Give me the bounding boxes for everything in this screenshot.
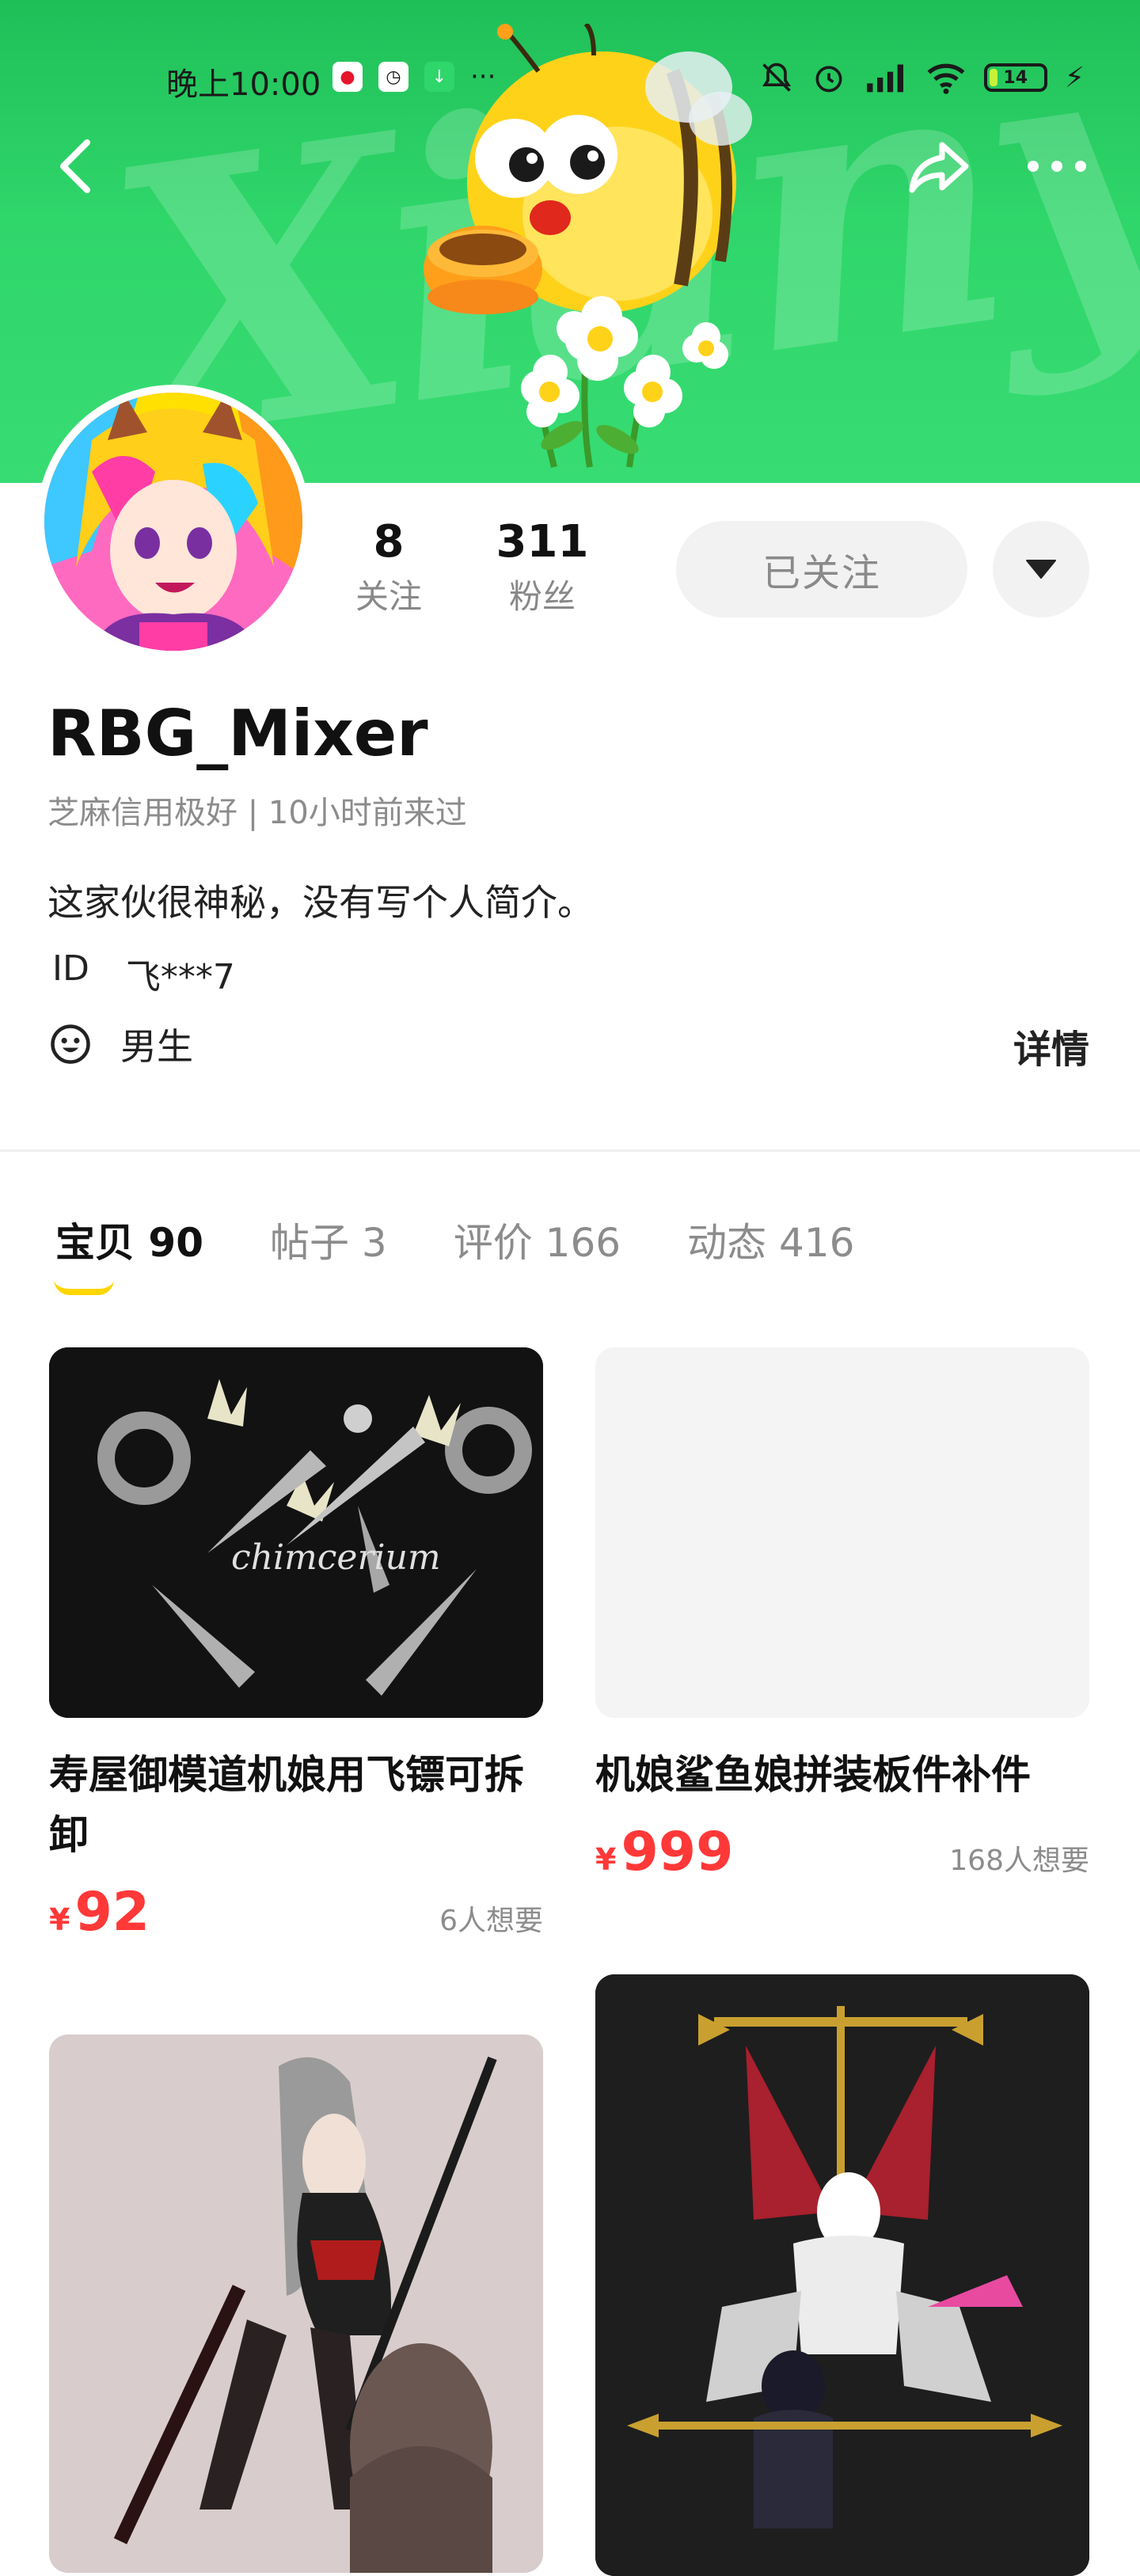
active-tab-indicator bbox=[54, 1279, 114, 1295]
gender-text: 男生 bbox=[120, 1025, 193, 1068]
following-label: 关注 bbox=[355, 576, 422, 616]
product-card[interactable] bbox=[595, 1974, 1089, 2576]
follow-options-button[interactable] bbox=[993, 521, 1089, 617]
more-options-icon[interactable] bbox=[1021, 146, 1092, 186]
cellular-signal-icon bbox=[866, 64, 903, 93]
following-stat[interactable]: 8 关注 bbox=[345, 518, 432, 618]
smiley-face-icon bbox=[51, 1024, 90, 1064]
product-footer: ¥92 6人想要 bbox=[49, 1881, 543, 1943]
username: RBG_Mixer bbox=[48, 697, 428, 770]
followers-label: 粉丝 bbox=[508, 576, 576, 616]
share-icon[interactable] bbox=[902, 131, 974, 202]
product-wants-count: 168人想要 bbox=[949, 1845, 1089, 1877]
product-photo-darts: chimcerium bbox=[49, 1347, 543, 1718]
product-card[interactable]: chimcerium 寿屋御模道机娘用飞镖可拆卸 ¥92 6人想要 bbox=[49, 1347, 543, 1943]
status-notification-icons: ● ◷ ↓ ··· bbox=[332, 62, 496, 92]
more-notifications-icon: ··· bbox=[470, 61, 496, 93]
user-id-row: ID 飞***7 bbox=[52, 948, 235, 999]
caret-down-icon bbox=[1026, 560, 1056, 579]
user-avatar[interactable] bbox=[36, 385, 310, 659]
profile-tabs: 宝贝 90 帖子 3 评价 166 动态 416 bbox=[55, 1211, 854, 1268]
mute-bell-icon bbox=[762, 63, 791, 92]
tab-reviews[interactable]: 评价 166 bbox=[454, 1211, 621, 1268]
product-image[interactable] bbox=[595, 1974, 1089, 2576]
credit-and-last-seen: 芝麻信用极好 | 10小时前来过 bbox=[48, 795, 467, 831]
followers-count: 311 bbox=[496, 516, 589, 568]
status-right-icons: 14 ⚡ bbox=[759, 60, 1085, 95]
product-title: 机娘鲨鱼娘拼装板件补件 bbox=[595, 1752, 1031, 1798]
product-title: 寿屋御模道机娘用飞镖可拆卸 bbox=[49, 1752, 524, 1858]
followed-button[interactable]: 已关注 bbox=[676, 521, 967, 617]
product-photo-figure bbox=[49, 2035, 543, 2573]
id-label: ID bbox=[52, 948, 89, 989]
charging-bolt-icon: ⚡ bbox=[1064, 61, 1085, 94]
product-wants-count: 6人想要 bbox=[439, 1905, 543, 1937]
following-count: 8 bbox=[373, 516, 405, 568]
weibo-icon: ● bbox=[332, 62, 363, 92]
product-image[interactable]: chimcerium bbox=[49, 1347, 543, 1718]
product-image-placeholder[interactable] bbox=[595, 1347, 1089, 1718]
tab-activity[interactable]: 动态 416 bbox=[687, 1211, 854, 1268]
details-link[interactable]: 详情 bbox=[1013, 1018, 1089, 1073]
gender-row: 男生 bbox=[49, 1018, 193, 1070]
product-image-text: chimcerium bbox=[231, 1537, 441, 1578]
back-arrow-icon[interactable] bbox=[48, 131, 103, 202]
product-photo-mecha bbox=[595, 1974, 1089, 2576]
status-bar: 晚上10:00 ● ◷ ↓ ··· 14 ⚡ bbox=[0, 55, 1140, 104]
id-value: 飞***7 bbox=[125, 957, 235, 997]
product-card[interactable] bbox=[49, 2035, 543, 2573]
product-image[interactable] bbox=[49, 2035, 543, 2573]
tab-posts[interactable]: 帖子 3 bbox=[270, 1211, 387, 1268]
followers-stat[interactable]: 311 粉丝 bbox=[491, 518, 594, 618]
tab-items[interactable]: 宝贝 90 bbox=[55, 1211, 203, 1268]
alarm-icon bbox=[815, 66, 842, 93]
product-footer: ¥999 168人想要 bbox=[595, 1821, 1089, 1883]
product-price: ¥999 bbox=[595, 1821, 734, 1883]
product-price: ¥92 bbox=[49, 1881, 150, 1943]
download-icon: ↓ bbox=[424, 62, 454, 92]
avatar-anime-illustration bbox=[44, 393, 302, 651]
clock-app-icon: ◷ bbox=[378, 62, 408, 92]
wifi-icon bbox=[927, 63, 965, 94]
section-divider bbox=[0, 1149, 1140, 1152]
battery-icon: 14 bbox=[983, 63, 1047, 92]
status-time: 晚上10:00 bbox=[166, 66, 321, 103]
user-bio: 这家伙很神秘，没有写个人简介。 bbox=[48, 881, 594, 924]
product-card[interactable]: 机娘鲨鱼娘拼装板件补件 ¥999 168人想要 bbox=[595, 1347, 1089, 1883]
